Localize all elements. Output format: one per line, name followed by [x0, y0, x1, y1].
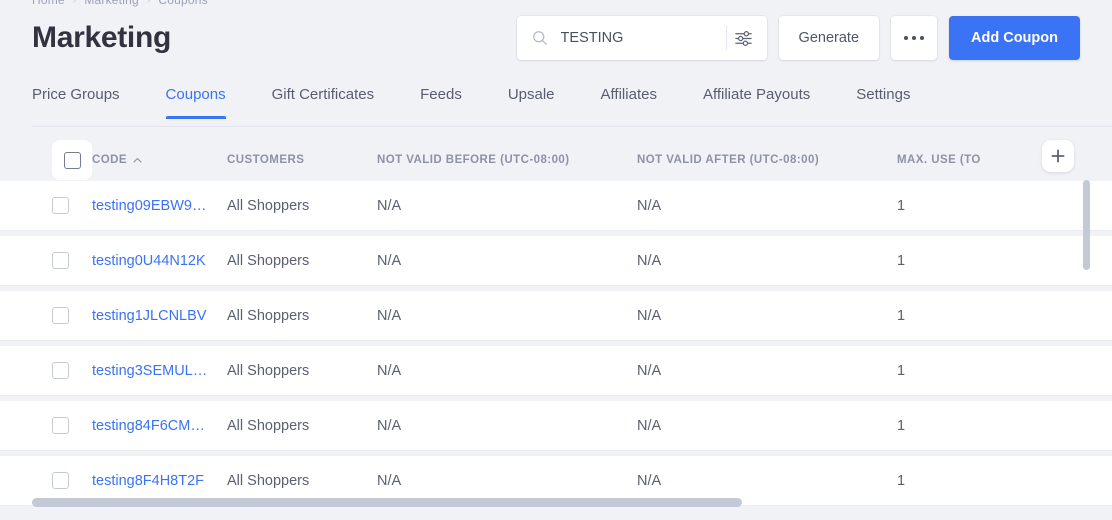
row-select-cell	[0, 252, 92, 269]
breadcrumb: Home › Marketing › Coupons	[32, 0, 208, 7]
row-select-cell	[0, 472, 92, 489]
table-row[interactable]: testing0U44N12K All Shoppers N/A N/A 1	[0, 236, 1112, 285]
cell-customers: All Shoppers	[227, 362, 310, 379]
ellipsis-icon	[904, 36, 925, 40]
tab-price-groups[interactable]: Price Groups	[32, 80, 120, 119]
row-checkbox[interactable]	[52, 307, 69, 324]
cell-code[interactable]: testing09EBW9…	[92, 198, 227, 214]
header-actions: Generate Add Coupon	[516, 16, 1080, 60]
select-all-checkbox-shell	[52, 140, 92, 180]
column-header-code[interactable]: CODE	[92, 154, 227, 166]
horizontal-scrollbar-thumb[interactable]	[32, 498, 742, 507]
tab-affiliate-payouts[interactable]: Affiliate Payouts	[703, 80, 810, 119]
table-row[interactable]: testing1JLCNLBV All Shoppers N/A N/A 1	[0, 291, 1112, 340]
add-column-button[interactable]	[1042, 140, 1074, 172]
cell-code[interactable]: testing1JLCNLBV	[92, 308, 227, 324]
table-body[interactable]: testing09EBW9… All Shoppers N/A N/A 1 te…	[0, 181, 1112, 520]
cell-max-use: 1	[897, 417, 906, 434]
cell-not-valid-before: N/A	[377, 417, 402, 434]
select-all-cell	[0, 140, 92, 180]
filter-sliders-button[interactable]	[727, 21, 761, 55]
cell-code[interactable]: testing0U44N12K	[92, 253, 227, 269]
row-select-cell	[0, 307, 92, 324]
cell-not-valid-after: N/A	[637, 197, 662, 214]
vertical-scrollbar[interactable]	[1083, 180, 1090, 495]
cell-max-use: 1	[897, 197, 906, 214]
cell-not-valid-before: N/A	[377, 252, 402, 269]
table-row[interactable]: testing3SEMUL… All Shoppers N/A N/A 1	[0, 346, 1112, 395]
column-header-not-valid-after[interactable]: NOT VALID AFTER (UTC-08:00)	[637, 154, 897, 166]
generate-button[interactable]: Generate	[778, 16, 880, 60]
select-all-checkbox[interactable]	[63, 151, 81, 169]
cell-customers: All Shoppers	[227, 307, 310, 324]
cell-not-valid-before: N/A	[377, 197, 402, 214]
cell-customers: All Shoppers	[227, 472, 310, 489]
breadcrumb-separator-icon: ›	[72, 0, 77, 6]
horizontal-scrollbar[interactable]	[32, 498, 1090, 507]
cell-max-use: 1	[897, 307, 906, 324]
cell-code[interactable]: testing8F4H8T2F	[92, 473, 227, 489]
sort-ascending-caret-icon	[133, 157, 142, 162]
cell-customers: All Shoppers	[227, 417, 310, 434]
cell-max-use: 1	[897, 252, 906, 269]
row-select-cell	[0, 362, 92, 379]
column-header-code-label: CODE	[92, 154, 128, 166]
vertical-scrollbar-thumb[interactable]	[1083, 180, 1090, 270]
cell-code[interactable]: testing84F6CM…	[92, 418, 227, 434]
row-checkbox[interactable]	[52, 362, 69, 379]
tab-affiliates[interactable]: Affiliates	[601, 80, 657, 119]
column-header-max-use[interactable]: MAX. USE (TO	[897, 154, 1057, 166]
tab-feeds[interactable]: Feeds	[420, 80, 462, 119]
row-select-cell	[0, 417, 92, 434]
cell-max-use: 1	[897, 362, 906, 379]
row-checkbox[interactable]	[52, 472, 69, 489]
breadcrumb-item-coupons[interactable]: Coupons	[158, 0, 207, 7]
row-checkbox[interactable]	[52, 417, 69, 434]
page-header: Marketing TESTING Generate Add Coupon	[0, 8, 1112, 68]
cell-customers: All Shoppers	[227, 197, 310, 214]
add-coupon-button[interactable]: Add Coupon	[949, 16, 1080, 60]
search-input[interactable]	[548, 30, 726, 46]
cell-not-valid-before: N/A	[377, 472, 402, 489]
tab-bar: Price Groups Coupons Gift Certificates F…	[32, 80, 1112, 123]
marketing-coupons-page: Home › Marketing › Coupons Marketing TES…	[0, 0, 1112, 520]
tab-gift-certificates[interactable]: Gift Certificates	[272, 80, 375, 119]
cell-code[interactable]: testing3SEMUL…	[92, 363, 227, 379]
search-box[interactable]	[516, 16, 767, 60]
cell-not-valid-after: N/A	[637, 472, 662, 489]
search-icon	[532, 31, 547, 45]
more-options-button[interactable]	[891, 16, 938, 60]
tab-settings[interactable]: Settings	[856, 80, 910, 119]
breadcrumb-item-marketing[interactable]: Marketing	[84, 0, 139, 7]
cell-not-valid-after: N/A	[637, 417, 662, 434]
tabs-divider	[32, 126, 1112, 127]
breadcrumb-item-home[interactable]: Home	[32, 0, 65, 7]
table-row[interactable]: testing09EBW9… All Shoppers N/A N/A 1	[0, 181, 1112, 230]
table-header-row: CODE CUSTOMERS NOT VALID BEFORE (UTC-08:…	[0, 138, 1112, 182]
row-checkbox[interactable]	[52, 252, 69, 269]
filter-sliders-icon	[735, 30, 752, 46]
cell-not-valid-after: N/A	[637, 252, 662, 269]
cell-not-valid-after: N/A	[637, 307, 662, 324]
cell-not-valid-after: N/A	[637, 362, 662, 379]
coupons-table: CODE CUSTOMERS NOT VALID BEFORE (UTC-08:…	[0, 138, 1112, 520]
row-select-cell	[0, 197, 92, 214]
breadcrumb-separator-icon: ›	[146, 0, 151, 6]
table-row[interactable]: testing84F6CM… All Shoppers N/A N/A 1	[0, 401, 1112, 450]
cell-not-valid-before: N/A	[377, 362, 402, 379]
column-header-customers[interactable]: CUSTOMERS	[227, 154, 377, 166]
cell-max-use: 1	[897, 472, 906, 489]
column-header-not-valid-before[interactable]: NOT VALID BEFORE (UTC-08:00)	[377, 154, 637, 166]
tab-coupons[interactable]: Coupons	[165, 80, 226, 119]
page-title: Marketing	[32, 21, 171, 54]
plus-icon	[1051, 149, 1065, 163]
cell-customers: All Shoppers	[227, 252, 310, 269]
row-checkbox[interactable]	[52, 197, 69, 214]
tab-upsale[interactable]: Upsale	[508, 80, 555, 119]
cell-not-valid-before: N/A	[377, 307, 402, 324]
